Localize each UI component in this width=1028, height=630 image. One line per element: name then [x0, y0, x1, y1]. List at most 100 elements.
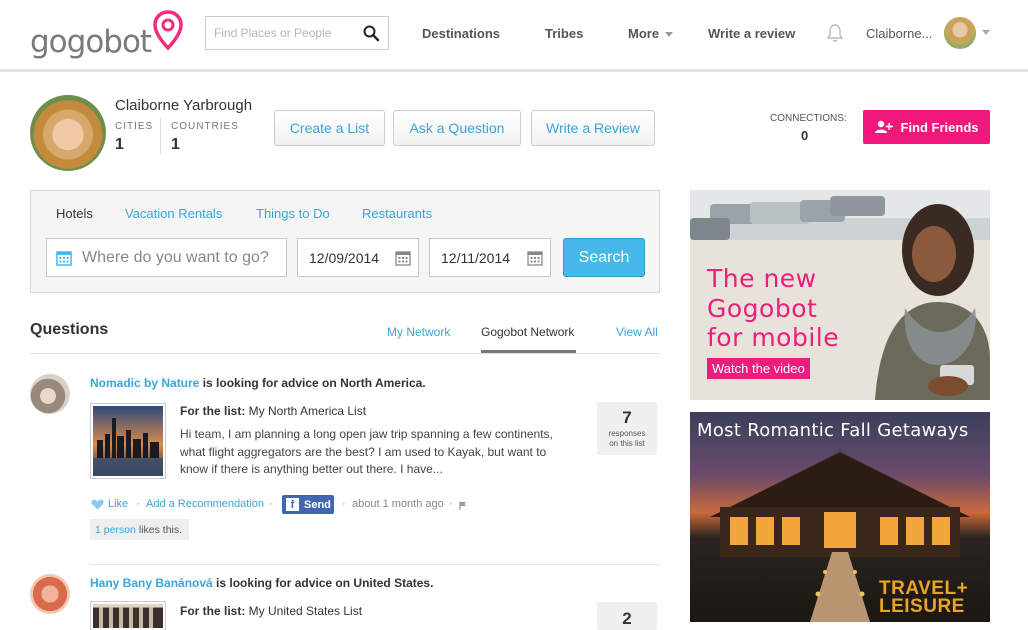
destination-field	[46, 238, 287, 277]
like-action[interactable]: Like	[91, 498, 128, 510]
tab-vacation-rentals[interactable]: Vacation Rentals	[125, 206, 222, 221]
question-author-link[interactable]: Nomadic by Nature	[90, 376, 199, 390]
nav-destinations[interactable]: Destinations	[422, 26, 500, 41]
user-avatar[interactable]	[944, 17, 976, 49]
checkout-date: 12/11/2014	[441, 249, 511, 266]
travel-leisure-logo: TRAVEL+ LEISURE	[879, 579, 968, 617]
question-phrase: is looking for advice on	[212, 576, 354, 590]
nav-more-label: More	[628, 26, 660, 41]
watch-video-button[interactable]: Watch the video	[707, 358, 810, 379]
mobile-ad-line: for mobile	[707, 323, 840, 352]
tab-my-network[interactable]: My Network	[387, 325, 450, 339]
tab-restaurants[interactable]: Restaurants	[362, 206, 432, 221]
list-label: For the list:	[180, 404, 246, 418]
tab-things-to-do[interactable]: Things to Do	[256, 206, 330, 221]
checkin-date: 12/09/2014	[309, 249, 380, 266]
likes-summary: 1 person likes this.	[90, 519, 189, 540]
top-navigation-bar: gogobot Destinations Tribes More Write a…	[0, 0, 1028, 72]
divider	[30, 353, 660, 354]
mobile-app-ad[interactable]: The new Gogobot for mobile Watch the vid…	[690, 190, 990, 400]
question-timestamp[interactable]: about 1 month ago	[352, 498, 444, 510]
separator-dot: ·	[269, 498, 273, 510]
connections-count[interactable]: 0	[801, 128, 808, 143]
heart-icon	[91, 499, 104, 509]
add-recommendation-link[interactable]: Add a Recommendation	[146, 498, 264, 510]
calendar-icon[interactable]	[395, 250, 411, 266]
list-thumbnail[interactable]	[90, 403, 166, 479]
divider	[90, 564, 660, 565]
location-pin-icon	[153, 10, 183, 50]
responses-label: responses	[608, 429, 646, 438]
responses-count-box[interactable]: 7 responses on this list	[597, 402, 657, 455]
gogobot-logo[interactable]: gogobot	[30, 10, 183, 62]
question-body[interactable]: Hi team, I am planning a long open jaw t…	[180, 426, 575, 479]
cities-label: CITIES	[115, 121, 154, 132]
nav-write-review[interactable]: Write a review	[708, 26, 795, 41]
search-button[interactable]: Search	[563, 238, 645, 277]
write-review-button[interactable]: Write a Review	[531, 110, 655, 146]
separator-dot: ·	[342, 498, 346, 510]
brand-line: LEISURE	[879, 596, 965, 617]
question-list-line: For the list: My North America List	[180, 404, 366, 418]
view-all-link[interactable]: View All	[616, 325, 658, 339]
list-name-link[interactable]: My North America List	[245, 404, 366, 418]
user-menu-name[interactable]: Claiborne...	[866, 26, 932, 41]
tab-hotels[interactable]: Hotels	[56, 206, 93, 221]
flag-icon[interactable]	[459, 501, 467, 510]
add-user-icon	[874, 120, 893, 133]
chevron-down-icon	[665, 32, 674, 38]
nav-more[interactable]: More	[628, 26, 674, 41]
mobile-ad-line: Gogobot	[707, 293, 818, 323]
city-skyline-image	[93, 406, 163, 476]
questions-heading: Questions	[30, 321, 109, 338]
question-place: United States.	[353, 576, 434, 590]
profile-name[interactable]: Claiborne Yarbrough	[115, 97, 252, 114]
question-headline: Nomadic by Nature is looking for advice …	[90, 376, 426, 390]
question-list-line: For the list: My United States List	[180, 604, 362, 618]
tab-gogobot-network[interactable]: Gogobot Network	[481, 325, 574, 339]
checkout-field[interactable]: 12/11/2014	[429, 238, 551, 277]
question-phrase: is looking for advice on	[199, 376, 341, 390]
countries-label: COUNTRIES	[171, 121, 239, 132]
calendar-icon[interactable]	[527, 250, 543, 266]
calendar-icon	[56, 250, 72, 266]
romantic-getaways-ad[interactable]: Most Romantic Fall Getaways TRAVEL+ LEIS…	[690, 412, 990, 622]
find-friends-button[interactable]: Find Friends	[863, 110, 990, 144]
global-search-box	[205, 16, 389, 50]
responses-count-box[interactable]: 2	[597, 602, 657, 630]
create-list-button[interactable]: Create a List	[274, 110, 385, 146]
question-author-avatar[interactable]	[30, 374, 70, 414]
checkin-field[interactable]: 12/09/2014	[297, 238, 419, 277]
destination-input[interactable]	[82, 248, 282, 267]
question-author-avatar[interactable]	[30, 574, 70, 614]
facebook-send-button[interactable]: f Send	[282, 495, 334, 514]
getaways-ad-title: Most Romantic Fall Getaways	[697, 420, 969, 441]
global-search-input[interactable]	[206, 17, 356, 49]
stat-divider	[160, 118, 161, 154]
separator-dot: ·	[449, 498, 453, 510]
list-thumbnail[interactable]	[90, 601, 166, 630]
send-label: Send	[304, 498, 331, 511]
booking-search-panel: Hotels Vacation Rentals Things to Do Res…	[30, 190, 660, 293]
separator-dot: ·	[136, 498, 140, 510]
chevron-down-icon[interactable]	[982, 30, 990, 35]
logo-text: gogobot	[30, 24, 152, 60]
search-icon[interactable]	[362, 24, 380, 42]
likes-text: likes this.	[138, 523, 183, 536]
mobile-ad-headline: The new Gogobot for mobile	[707, 264, 839, 353]
monument-image	[93, 604, 163, 628]
connections-label: CONNECTIONS:	[770, 113, 847, 124]
responses-sublabel: on this list	[609, 439, 645, 448]
question-author-link[interactable]: Hany Bany Banánová	[90, 576, 213, 590]
responses-count: 2	[622, 609, 632, 628]
likes-people-link[interactable]: 1 person	[95, 524, 136, 536]
ask-question-button[interactable]: Ask a Question	[393, 110, 521, 146]
nav-tribes[interactable]: Tribes	[545, 26, 583, 41]
cities-count[interactable]: 1	[115, 136, 124, 154]
countries-count[interactable]: 1	[171, 136, 180, 154]
list-name-link[interactable]: My United States List	[245, 604, 362, 618]
profile-avatar[interactable]	[30, 95, 106, 171]
list-label: For the list:	[180, 604, 246, 618]
question-place: North America.	[340, 376, 426, 390]
bell-icon[interactable]	[826, 23, 844, 43]
